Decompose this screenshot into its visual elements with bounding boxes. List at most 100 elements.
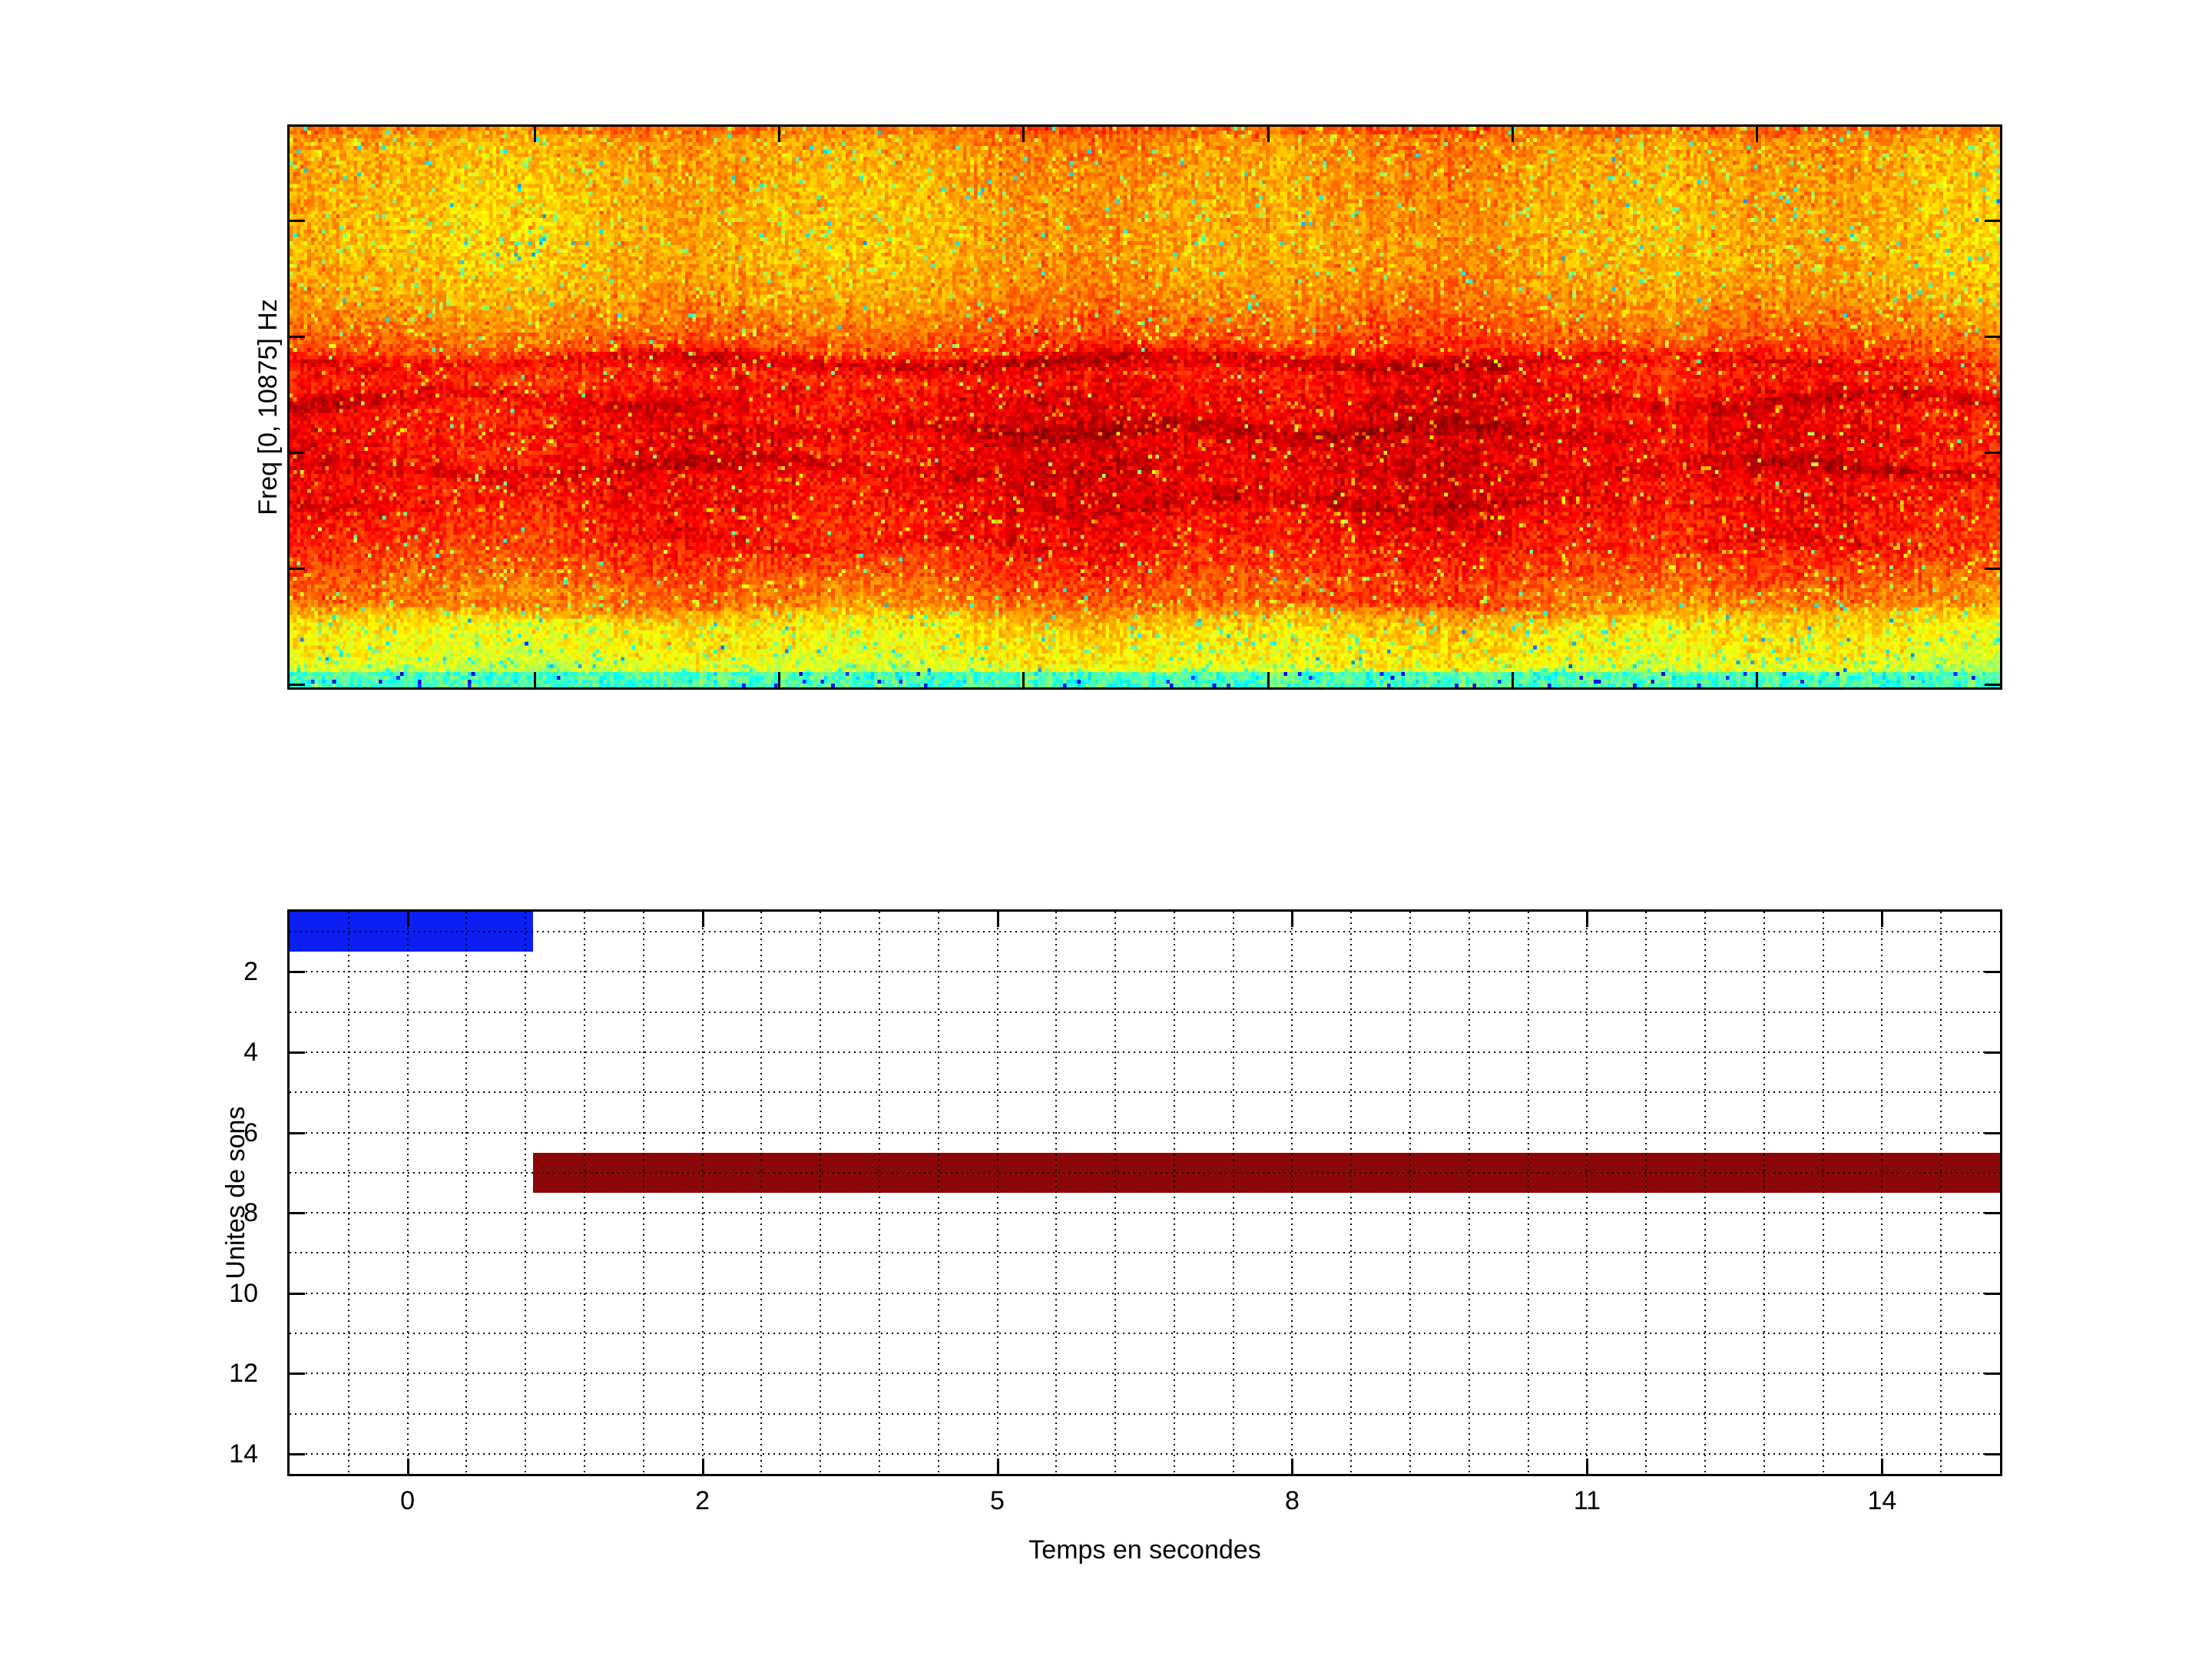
h-gridline — [290, 931, 2000, 933]
h-gridline — [290, 1051, 2000, 1053]
y-tick — [290, 1131, 305, 1134]
x-axis-label: Temps en secondes — [1028, 1535, 1261, 1565]
x-tick — [996, 1459, 999, 1474]
spectrogram-plot — [287, 124, 2002, 690]
v-gridline — [1173, 912, 1175, 1474]
y-tick — [1985, 971, 2000, 974]
spectrogram-image — [290, 127, 2000, 687]
v-gridline — [1232, 912, 1234, 1474]
x-tick — [1291, 912, 1294, 927]
x-tick-label: 5 — [990, 1486, 1005, 1515]
top-plot-x-tick — [778, 127, 781, 142]
y-tick — [290, 1212, 305, 1215]
v-gridline — [1822, 912, 1824, 1474]
y-tick — [290, 971, 305, 974]
v-gridline — [937, 912, 939, 1474]
top-plot-x-tick — [1511, 672, 1514, 687]
x-tick — [1881, 1459, 1884, 1474]
units-plot-area — [290, 912, 2000, 1474]
h-gridline — [290, 1011, 2000, 1013]
h-gridline — [290, 1252, 2000, 1254]
x-tick — [406, 912, 409, 927]
v-gridline — [1763, 912, 1765, 1474]
top-plot-y-tick — [290, 684, 305, 687]
h-gridline — [290, 971, 2000, 973]
top-plot-x-tick — [1022, 672, 1025, 687]
h-gridline — [290, 1333, 2000, 1334]
v-gridline — [1704, 912, 1707, 1474]
x-tick — [701, 912, 704, 927]
x-tick — [996, 912, 999, 927]
top-plot-x-tick — [534, 672, 537, 687]
top-plot-y-tick — [290, 568, 305, 571]
v-gridline — [1114, 912, 1117, 1474]
y-tick — [290, 1292, 305, 1295]
top-plot-y-tick — [290, 452, 305, 455]
v-gridline — [1350, 912, 1353, 1474]
x-tick — [1586, 1459, 1589, 1474]
v-gridline — [1468, 912, 1470, 1474]
x-tick-label: 0 — [400, 1486, 416, 1515]
y-tick — [1985, 1292, 2000, 1295]
h-gridline — [290, 1373, 2000, 1375]
top-plot-x-tick — [1755, 127, 1758, 142]
top-plot-x-tick — [778, 672, 781, 687]
v-gridline — [1055, 912, 1058, 1474]
v-gridline — [1291, 912, 1293, 1474]
matlab-figure: Freq [0, 10875] Hz 0 2 5 8 11 14 2 4 6 8 10 12 14 Un… — [0, 0, 2212, 1659]
v-gridline — [1940, 912, 1942, 1474]
v-gridline — [996, 912, 998, 1474]
v-gridline — [1645, 912, 1647, 1474]
v-gridline — [525, 912, 527, 1474]
x-tick-label: 11 — [1573, 1486, 1601, 1515]
x-tick — [1291, 1459, 1294, 1474]
x-tick — [1881, 912, 1884, 927]
y-tick — [1985, 1373, 2000, 1376]
x-tick — [1586, 912, 1589, 927]
top-plot-y-tick — [290, 219, 305, 222]
x-tick — [406, 1459, 409, 1474]
v-gridline — [1586, 912, 1588, 1474]
v-gridline — [1409, 912, 1412, 1474]
y-tick — [1985, 1051, 2000, 1054]
top-plot-x-tick — [1755, 672, 1758, 687]
h-gridline — [290, 1131, 2000, 1134]
top-plot-y-tick — [1985, 219, 2000, 222]
top-plot-y-tick — [290, 336, 305, 339]
v-gridline — [465, 912, 468, 1474]
top-plot-y-tick — [1985, 568, 2000, 571]
y-tick — [290, 1373, 305, 1376]
top-plot-y-tick — [1985, 336, 2000, 339]
top-plot-x-tick — [1267, 672, 1270, 687]
spectrogram-area — [290, 127, 2000, 687]
h-gridline — [290, 1171, 2000, 1174]
top-ylabel: Freq [0, 10875] Hz — [253, 299, 283, 515]
top-plot-y-tick — [1985, 452, 2000, 455]
y-tick — [290, 1051, 305, 1054]
v-gridline — [760, 912, 763, 1474]
x-tick-label: 14 — [1867, 1486, 1897, 1515]
top-plot-x-tick — [1267, 127, 1270, 142]
h-gridline — [290, 1412, 2000, 1415]
units-plot: 0 2 5 8 11 14 2 4 6 8 10 12 14 — [229, 909, 2002, 1514]
v-gridline — [820, 912, 822, 1474]
v-gridline — [642, 912, 644, 1474]
v-gridline — [347, 912, 349, 1474]
y-tick — [1985, 1452, 2000, 1455]
y-tick — [1985, 1131, 2000, 1134]
bottom-ylabel: Unites de sons — [221, 1106, 250, 1280]
h-gridline — [290, 1292, 2000, 1294]
h-gridline — [290, 1091, 2000, 1094]
top-plot-x-tick — [1511, 127, 1514, 142]
v-gridline — [1881, 912, 1883, 1474]
v-gridline — [406, 912, 409, 1474]
v-gridline — [701, 912, 704, 1474]
top-plot-y-tick — [1985, 684, 2000, 687]
v-gridline — [1527, 912, 1529, 1474]
top-plot-x-tick — [534, 127, 537, 142]
x-tick-label: 2 — [695, 1486, 710, 1515]
v-gridline — [583, 912, 585, 1474]
h-gridline — [290, 1452, 2000, 1455]
y-tick — [290, 1452, 305, 1455]
x-tick — [701, 1459, 704, 1474]
